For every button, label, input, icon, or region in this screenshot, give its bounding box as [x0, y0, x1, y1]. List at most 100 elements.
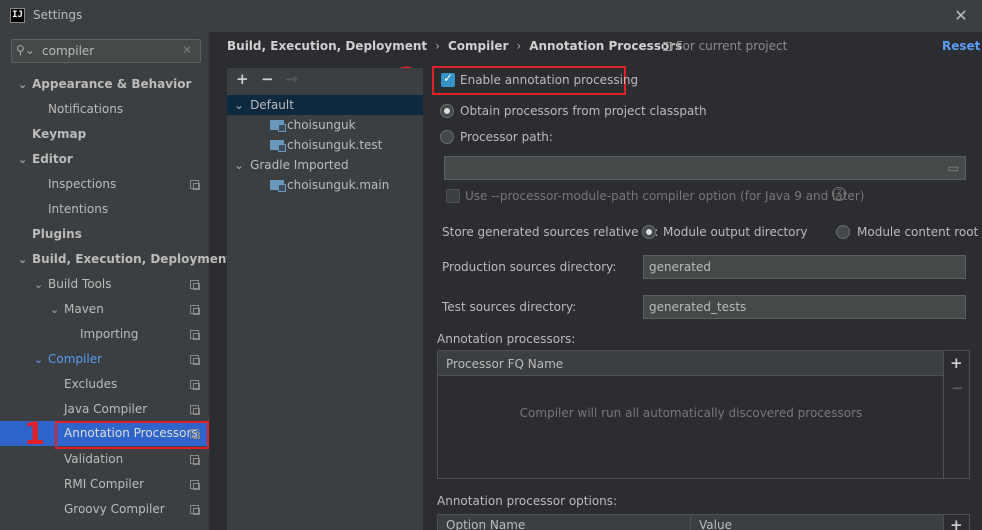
sidebar-item-plugins[interactable]: Plugins [0, 222, 209, 247]
search-box[interactable]: ⚲⌄ compiler ✕ [11, 39, 201, 63]
sidebar-item-label: Build Tools [48, 277, 112, 291]
close-button[interactable]: ✕ [950, 5, 972, 27]
breadcrumb-separator: › [435, 39, 440, 53]
sidebar-item-label: Notifications [48, 102, 124, 116]
profile-label: Gradle Imported [250, 158, 349, 172]
project-scope-icon [190, 405, 200, 415]
column-header-option-name[interactable]: Option Name [446, 518, 525, 530]
sidebar-item-groovy-compiler[interactable]: Groovy Compiler [0, 497, 209, 522]
chevron-down-icon: ⌄ [18, 78, 28, 91]
sidebar-item-editor[interactable]: ⌄ Editor [0, 147, 209, 172]
table-header: Processor FQ Name [438, 351, 944, 376]
annotation-processors-table: Processor FQ Name Compiler will run all … [437, 350, 970, 479]
profiles-toolbar: + − → [227, 68, 423, 92]
profile-gradle-imported[interactable]: ⌄ Gradle Imported [234, 155, 349, 175]
sidebar-item-build-tools[interactable]: ⌄ Build Tools [0, 272, 209, 297]
settings-sidebar: ⚲⌄ compiler ✕ ⌄ Appearance & Behavior No… [0, 32, 232, 530]
project-scope-icon [190, 355, 200, 365]
project-scope-icon [190, 180, 200, 190]
production-sources-field[interactable]: generated [643, 255, 966, 279]
clear-search-icon[interactable]: ✕ [182, 43, 192, 57]
add-profile-button[interactable]: + [236, 70, 249, 88]
remove-profile-button[interactable]: − [261, 70, 274, 88]
obtain-from-classpath-label[interactable]: Obtain processors from project classpath [460, 104, 707, 118]
project-scope-icon [190, 305, 200, 315]
sidebar-item-label: Intentions [48, 202, 109, 216]
sidebar-item-maven[interactable]: ⌄ Maven [0, 297, 209, 322]
module-output-label[interactable]: Module output directory [663, 225, 808, 239]
table-header: Option Name Value [438, 515, 944, 530]
module-content-root-radio[interactable] [836, 225, 850, 239]
obtain-from-classpath-radio[interactable] [440, 104, 454, 118]
sidebar-item-label: RMI Compiler [64, 477, 145, 491]
breadcrumb-current: Annotation Processors [529, 39, 683, 53]
project-scope-icon [663, 42, 672, 51]
sidebar-item-inspections[interactable]: Inspections [0, 172, 209, 197]
module-choisunguk-test[interactable]: choisunguk.test [270, 135, 382, 155]
sidebar-item-label: Java Compiler [64, 402, 148, 416]
module-choisunguk[interactable]: choisunguk [270, 115, 356, 135]
highlight-box-1 [55, 421, 209, 449]
remove-processor-button[interactable]: − [951, 379, 964, 397]
module-path-label[interactable]: Use --processor-module-path compiler opt… [465, 189, 864, 203]
breadcrumb-item[interactable]: Compiler [448, 39, 508, 53]
processor-path-field[interactable]: ▭ [444, 156, 966, 180]
sidebar-item-excludes[interactable]: Excludes [0, 372, 209, 397]
sidebar-item-rmi-compiler[interactable]: RMI Compiler [0, 472, 209, 497]
sidebar-item-build-execution-deployment[interactable]: ⌄ Build, Execution, Deployment [0, 247, 232, 272]
sidebar-item-label: Groovy Compiler [64, 502, 165, 516]
sidebar-item-notifications[interactable]: Notifications [0, 97, 209, 122]
help-icon[interactable]: ? [832, 187, 846, 201]
profile-default[interactable]: ⌄ Default [234, 95, 294, 115]
column-header-value[interactable]: Value [699, 518, 732, 530]
enable-annotation-processing-checkbox[interactable] [441, 71, 455, 87]
sidebar-item-label: Inspections [48, 177, 117, 191]
chevron-down-icon: ⌄ [18, 153, 28, 166]
store-generated-label: Store generated sources relative to: [442, 225, 659, 239]
search-input[interactable]: compiler [42, 44, 94, 58]
production-sources-label: Production sources directory: [442, 260, 617, 274]
add-processor-button[interactable]: + [950, 354, 963, 372]
annotation-processors-section-label: Annotation processors: [437, 332, 576, 346]
chevron-down-icon: ⌄ [50, 303, 60, 316]
sidebar-item-clipped [0, 522, 209, 530]
module-label: choisunguk.main [287, 178, 390, 192]
sidebar-item-importing[interactable]: Importing [0, 322, 209, 347]
breadcrumb-item[interactable]: Build, Execution, Deployment [227, 39, 427, 53]
add-option-button[interactable]: + [950, 516, 963, 530]
chevron-down-icon: ⌄ [18, 253, 28, 266]
sidebar-item-label: Maven [64, 302, 104, 316]
column-header-processor-fq-name[interactable]: Processor FQ Name [446, 357, 563, 371]
sidebar-item-compiler[interactable]: ⌄ Compiler [0, 347, 209, 372]
reset-link[interactable]: Reset [942, 39, 980, 53]
project-scope-icon [190, 330, 200, 340]
module-icon [270, 140, 286, 152]
step-marker-1: 1 [24, 417, 45, 452]
processor-path-radio[interactable] [440, 130, 454, 144]
sidebar-item-intentions[interactable]: Intentions [0, 197, 209, 222]
sidebar-item-appearance-behavior[interactable]: ⌄ Appearance & Behavior [0, 72, 209, 97]
project-scope-icon [190, 280, 200, 290]
table-body[interactable] [438, 376, 944, 478]
scope-text: For current project [676, 39, 788, 53]
module-output-radio[interactable] [642, 225, 656, 239]
sidebar-item-label: Appearance & Behavior [32, 77, 192, 91]
module-content-root-label[interactable]: Module content root [857, 225, 978, 239]
processor-options-table: Option Name Value + [437, 514, 970, 530]
sidebar-item-keymap[interactable]: Keymap [0, 122, 209, 147]
test-sources-field[interactable]: generated_tests [643, 295, 966, 319]
processor-path-label[interactable]: Processor path: [460, 130, 553, 144]
module-label: choisunguk [287, 118, 356, 132]
project-scope-icon [190, 480, 200, 490]
module-icon [270, 120, 286, 132]
module-path-checkbox[interactable] [446, 189, 460, 203]
folder-icon[interactable]: ▭ [948, 157, 959, 179]
breadcrumb-separator: › [516, 39, 522, 53]
enable-annotation-processing-label[interactable]: Enable annotation processing [460, 73, 638, 87]
sidebar-item-label: Importing [80, 327, 139, 341]
move-to-profile-button[interactable]: → [285, 70, 298, 88]
chevron-down-icon: ⌄ [34, 353, 44, 366]
sidebar-item-label: Validation [64, 452, 124, 466]
module-choisunguk-main[interactable]: choisunguk.main [270, 175, 389, 195]
chevron-down-icon: ⌄ [234, 98, 245, 112]
